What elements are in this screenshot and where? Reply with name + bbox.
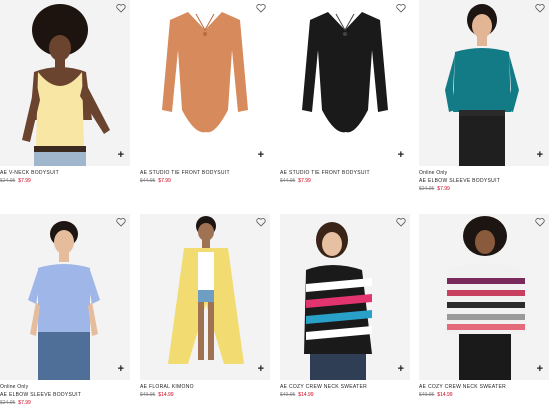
plus-icon[interactable]: + <box>118 150 124 161</box>
original-price: $44.95 <box>140 178 156 184</box>
product-image[interactable]: + <box>0 214 130 380</box>
product-image[interactable]: + <box>140 214 270 380</box>
product-image[interactable]: + <box>0 0 130 166</box>
sale-price: $7.99 <box>18 178 31 184</box>
product-name[interactable]: AE ELBOW SLEEVE BODYSUIT <box>419 177 549 185</box>
product-price: $49.95 $14.99 <box>419 391 549 400</box>
product-card[interactable]: + AE STUDIO TIE FRONT BODYSUIT $44.95 $7.… <box>280 0 410 186</box>
heart-icon[interactable] <box>256 3 266 13</box>
sale-price: $14.99 <box>437 392 453 398</box>
product-price: $24.95 $7.99 <box>419 185 549 194</box>
product-price: $49.95 $14.99 <box>280 391 410 400</box>
product-price: $49.95 $14.99 <box>140 391 270 400</box>
heart-icon[interactable] <box>256 217 266 227</box>
plus-icon[interactable]: + <box>258 364 264 375</box>
heart-icon[interactable] <box>116 3 126 13</box>
product-name[interactable]: AE V-NECK BODYSUIT <box>0 169 130 177</box>
sale-price: $7.99 <box>437 186 450 192</box>
original-price: $49.95 <box>419 392 435 398</box>
heart-icon[interactable] <box>535 217 545 227</box>
sale-price: $14.99 <box>158 392 174 398</box>
product-price: $44.95 $7.99 <box>140 177 270 186</box>
product-card[interactable]: + Online Only AE ELBOW SLEEVE BODYSUIT $… <box>419 0 549 194</box>
plus-icon[interactable]: + <box>398 364 404 375</box>
online-only-label: Online Only <box>419 170 448 176</box>
product-name[interactable]: AE COZY CREW NECK SWEATER <box>280 383 410 391</box>
product-card[interactable]: + AE COZY CREW NECK SWEATER $49.95 $14.99 <box>280 214 410 400</box>
product-card[interactable]: + AE V-NECK BODYSUIT $24.95 $7.99 <box>0 0 130 186</box>
sale-price: $7.99 <box>18 400 31 406</box>
product-name[interactable]: AE COZY CREW NECK SWEATER <box>419 383 549 391</box>
plus-icon[interactable]: + <box>537 150 543 161</box>
product-card[interactable]: + AE STUDIO TIE FRONT BODYSUIT $44.95 $7.… <box>140 0 270 186</box>
heart-icon[interactable] <box>396 3 406 13</box>
product-price: $24.95 $7.99 <box>0 399 130 408</box>
product-grid: + AE V-NECK BODYSUIT $24.95 $7.99 + AE ST… <box>0 0 550 413</box>
heart-icon[interactable] <box>535 3 545 13</box>
original-price: $49.95 <box>140 392 156 398</box>
product-card[interactable]: + AE COZY CREW NECK SWEATER $49.95 $14.99 <box>419 214 549 400</box>
plus-icon[interactable]: + <box>258 150 264 161</box>
product-card[interactable]: + AE FLORAL KIMONO $49.95 $14.99 <box>140 214 270 400</box>
original-price: $44.95 <box>280 178 296 184</box>
original-price: $24.95 <box>0 178 16 184</box>
product-price: $24.95 $7.99 <box>0 177 130 186</box>
plus-icon[interactable]: + <box>398 150 404 161</box>
sale-price: $14.99 <box>298 392 314 398</box>
product-image[interactable]: + <box>419 214 549 380</box>
sale-price: $7.99 <box>298 178 311 184</box>
product-card[interactable]: + Online Only AE ELBOW SLEEVE BODYSUIT $… <box>0 214 130 408</box>
original-price: $24.95 <box>419 186 435 192</box>
plus-icon[interactable]: + <box>537 364 543 375</box>
heart-icon[interactable] <box>116 217 126 227</box>
product-name[interactable]: AE STUDIO TIE FRONT BODYSUIT <box>140 169 270 177</box>
heart-icon[interactable] <box>396 217 406 227</box>
product-name[interactable]: AE STUDIO TIE FRONT BODYSUIT <box>280 169 410 177</box>
product-price: $44.95 $7.99 <box>280 177 410 186</box>
product-name[interactable]: AE ELBOW SLEEVE BODYSUIT <box>0 391 130 399</box>
product-image[interactable]: + <box>140 0 270 166</box>
online-only-label: Online Only <box>0 384 29 390</box>
product-image[interactable]: + <box>280 214 410 380</box>
original-price: $49.95 <box>280 392 296 398</box>
product-image[interactable]: + <box>419 0 549 166</box>
plus-icon[interactable]: + <box>118 364 124 375</box>
product-name[interactable]: AE FLORAL KIMONO <box>140 383 270 391</box>
product-image[interactable]: + <box>280 0 410 166</box>
original-price: $24.95 <box>0 400 16 406</box>
sale-price: $7.99 <box>158 178 171 184</box>
